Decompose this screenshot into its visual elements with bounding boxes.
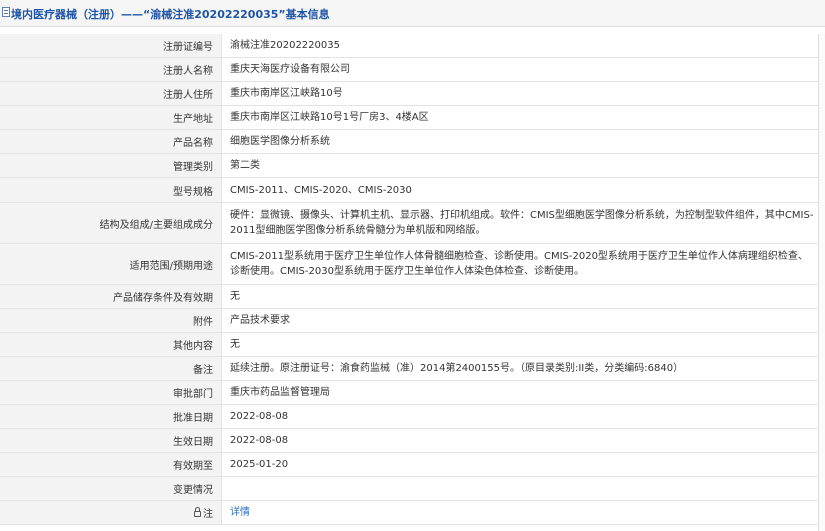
note-value: 详情	[222, 501, 825, 524]
approval-department-label: 审批部门	[0, 381, 222, 404]
details-link[interactable]: 详情	[230, 505, 250, 520]
effective-date-value: 2022-08-08	[222, 429, 825, 452]
approval-date-label: 批准日期	[0, 405, 222, 428]
remarks-label: 备注	[0, 357, 222, 380]
row-management-category: 管理类别 第二类	[0, 154, 825, 178]
registrant-name-value: 重庆天海医疗设备有限公司	[222, 58, 825, 81]
row-attachments: 附件 产品技术要求	[0, 309, 825, 333]
row-production-address: 生产地址 重庆市南岸区江峡路10号1号厂房3、4楼A区	[0, 106, 825, 130]
lock-icon	[194, 506, 201, 517]
row-approval-department: 审批部门 重庆市药品监督管理局	[0, 381, 825, 405]
note-label-text: 注	[203, 509, 213, 520]
intended-use-value-text: CMIS-2011型系统用于医疗卫生单位作人体骨髓细胞检查、诊断使用。CMIS-…	[230, 251, 808, 277]
row-valid-until: 有效期至 2025-01-20	[0, 453, 825, 477]
intended-use-value: CMIS-2011型系统用于医疗卫生单位作人体骨髓细胞检查、诊断使用。CMIS-…	[222, 244, 825, 284]
row-registrant-name: 注册人名称 重庆天海医疗设备有限公司	[0, 58, 825, 82]
row-other-content: 其他内容 无	[0, 333, 825, 357]
production-address-label: 生产地址	[0, 106, 222, 129]
registrant-address-value: 重庆市南岸区江峡路10号	[222, 82, 825, 105]
row-model-spec: 型号规格 CMIS-2011、CMIS-2020、CMIS-2030	[0, 178, 825, 203]
valid-until-value-text: 2025-01-20	[230, 459, 289, 470]
other-content-value-text: 无	[230, 339, 240, 350]
page-header: 境内医疗器械（注册）——“渝械注准20202220035”基本信息	[0, 0, 825, 27]
approval-department-value: 重庆市药品监督管理局	[222, 381, 825, 404]
structure-composition-label-text: 结构及组成/主要组成成分	[99, 219, 213, 231]
model-spec-label: 型号规格	[0, 178, 222, 202]
attachments-label: 附件	[0, 309, 222, 332]
page-title: 境内医疗器械（注册）——“渝械注准20202220035”基本信息	[11, 8, 330, 21]
model-spec-label-text: 型号规格	[173, 186, 213, 198]
model-spec-value-text: CMIS-2011、CMIS-2020、CMIS-2030	[230, 184, 412, 196]
storage-conditions-value: 无	[222, 285, 825, 308]
registration-number-value-text: 渝械注准20202220035	[230, 40, 340, 51]
production-address-value: 重庆市南岸区江峡路10号1号厂房3、4楼A区	[222, 106, 825, 129]
product-name-label: 产品名称	[0, 130, 222, 153]
row-effective-date: 生效日期 2022-08-08	[0, 429, 825, 453]
remarks-value: 延续注册。原注册证号：渝食药监械（准）2014第2400155号。（原目录类别:…	[222, 357, 825, 380]
registrant-address-value-text: 重庆市南岸区江峡路10号	[230, 88, 343, 99]
note-label: 注	[0, 501, 222, 524]
approval-date-label-text: 批准日期	[173, 413, 213, 424]
registrant-name-label: 注册人名称	[0, 58, 222, 81]
production-address-label-text: 生产地址	[173, 114, 213, 125]
attachments-value: 产品技术要求	[222, 309, 825, 332]
intended-use-label: 适用范围/预期用途	[0, 244, 222, 284]
remarks-label-text: 备注	[193, 365, 213, 376]
effective-date-label: 生效日期	[0, 429, 222, 452]
other-content-label: 其他内容	[0, 333, 222, 356]
storage-conditions-label: 产品储存条件及有效期	[0, 285, 222, 308]
change-history-value	[222, 477, 825, 500]
product-name-value: 细胞医学图像分析系统	[222, 130, 825, 153]
row-storage-conditions: 产品储存条件及有效期 无	[0, 285, 825, 309]
approval-department-label-text: 审批部门	[173, 389, 213, 400]
model-spec-value: CMIS-2011、CMIS-2020、CMIS-2030	[222, 178, 825, 202]
registration-number-label: 注册证编号	[0, 34, 222, 57]
approval-department-value-text: 重庆市药品监督管理局	[230, 387, 330, 398]
storage-conditions-label-text: 产品储存条件及有效期	[113, 293, 213, 304]
row-intended-use: 适用范围/预期用途 CMIS-2011型系统用于医疗卫生单位作人体骨髓细胞检查、诊…	[0, 244, 825, 285]
structure-composition-label: 结构及组成/主要组成成分	[0, 203, 222, 243]
management-category-value-text: 第二类	[230, 160, 260, 171]
row-remarks: 备注 延续注册。原注册证号：渝食药监械（准）2014第2400155号。（原目录类…	[0, 357, 825, 381]
right-edge-divider	[818, 34, 825, 531]
other-content-label-text: 其他内容	[173, 341, 213, 352]
row-structure-composition: 结构及组成/主要组成成分 硬件：显微镜、摄像头、计算机主机、显示器、打印机组成。软…	[0, 203, 825, 244]
registrant-name-value-text: 重庆天海医疗设备有限公司	[230, 64, 350, 75]
product-name-value-text: 细胞医学图像分析系统	[230, 136, 330, 147]
intended-use-label-text: 适用范围/预期用途	[129, 260, 213, 272]
effective-date-label-text: 生效日期	[173, 437, 213, 448]
management-category-label-text: 管理类别	[173, 162, 213, 173]
registrant-address-label-text: 注册人住所	[163, 90, 213, 101]
structure-composition-value: 硬件：显微镜、摄像头、计算机主机、显示器、打印机组成。软件：CMIS型细胞医学图…	[222, 203, 825, 243]
change-history-label-text: 变更情况	[173, 485, 213, 496]
attachments-label-text: 附件	[193, 317, 213, 328]
production-address-value-text: 重庆市南岸区江峡路10号1号厂房3、4楼A区	[230, 112, 429, 123]
row-product-name: 产品名称 细胞医学图像分析系统	[0, 130, 825, 154]
approval-date-value: 2022-08-08	[222, 405, 825, 428]
row-approval-date: 批准日期 2022-08-08	[0, 405, 825, 429]
remarks-value-text: 延续注册。原注册证号：渝食药监械（准）2014第2400155号。（原目录类别:…	[230, 363, 684, 374]
document-icon	[2, 7, 10, 17]
row-registrant-address: 注册人住所 重庆市南岸区江峡路10号	[0, 82, 825, 106]
valid-until-value: 2025-01-20	[222, 453, 825, 476]
registration-number-value: 渝械注准20202220035	[222, 34, 825, 57]
registrant-address-label: 注册人住所	[0, 82, 222, 105]
product-name-label-text: 产品名称	[173, 138, 213, 149]
valid-until-label-text: 有效期至	[173, 461, 213, 472]
change-history-label: 变更情况	[0, 477, 222, 500]
valid-until-label: 有效期至	[0, 453, 222, 476]
effective-date-value-text: 2022-08-08	[230, 435, 289, 446]
storage-conditions-value-text: 无	[230, 291, 240, 302]
row-note: 注 详情	[0, 501, 825, 525]
registrant-name-label-text: 注册人名称	[163, 66, 213, 77]
management-category-label: 管理类别	[0, 154, 222, 177]
attachments-value-text: 产品技术要求	[230, 315, 290, 326]
row-change-history: 变更情况	[0, 477, 825, 501]
structure-composition-value-text: 硬件：显微镜、摄像头、计算机主机、显示器、打印机组成。软件：CMIS型细胞医学图…	[230, 210, 814, 236]
approval-date-value-text: 2022-08-08	[230, 411, 289, 422]
row-registration-number: 注册证编号 渝械注准20202220035	[0, 34, 825, 58]
management-category-value: 第二类	[222, 154, 825, 177]
registration-number-label-text: 注册证编号	[163, 42, 213, 53]
other-content-value: 无	[222, 333, 825, 356]
